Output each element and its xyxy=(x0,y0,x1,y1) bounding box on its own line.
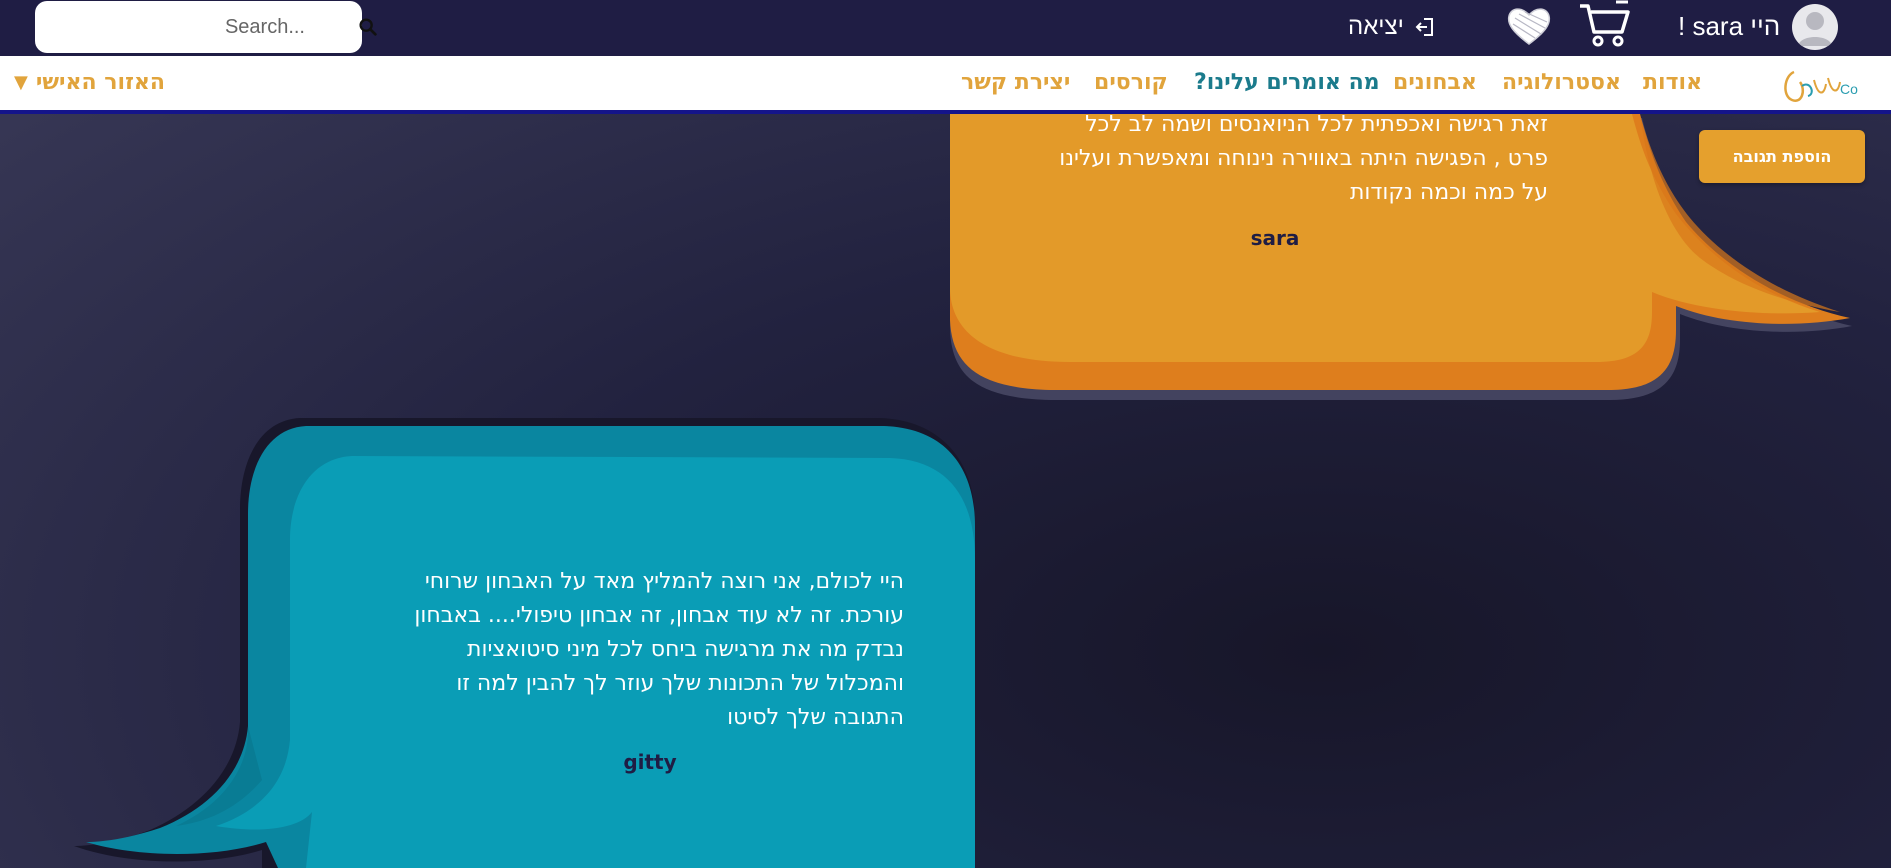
testimonial-1-line: זאת רגישה ואכפתית לכל הניואנסים ושמה לב … xyxy=(1085,112,1548,137)
testimonial-1-line: פרט , הפגישה היתה באווירה נינוחה ומאפשרת… xyxy=(1059,146,1548,171)
testimonial-2-line: והמכלול של התכונות שלך עוזר לך להבין למה… xyxy=(456,671,904,696)
testimonial-2-text: היי לכולם, אני רוצה להמליץ מאד על האבחון… xyxy=(370,565,904,735)
testimonial-2-line: נבדק מה את מרגישה ביחס לכל מיני סיטואציו… xyxy=(467,637,904,662)
speech-bubbles-layer xyxy=(74,114,1852,868)
testimonial-1-line: על כמה וכמה נקודות xyxy=(1349,180,1548,205)
testimonial-1-text: זאת רגישה ואכפתית לכל הניואנסים ושמה לב … xyxy=(1000,108,1548,210)
testimonial-2-line: היי לכולם, אני רוצה להמליץ מאד על האבחון… xyxy=(424,569,904,594)
testimonial-2-line: עורכת. זה לא עוד אבחון, זה אבחון טיפולי.… xyxy=(414,603,904,628)
testimonial-2-author: gitty xyxy=(623,750,677,774)
testimonial-1-author: sara xyxy=(1250,226,1300,250)
testimonial-2-line: התגובה שלך לסיטו xyxy=(727,705,904,730)
